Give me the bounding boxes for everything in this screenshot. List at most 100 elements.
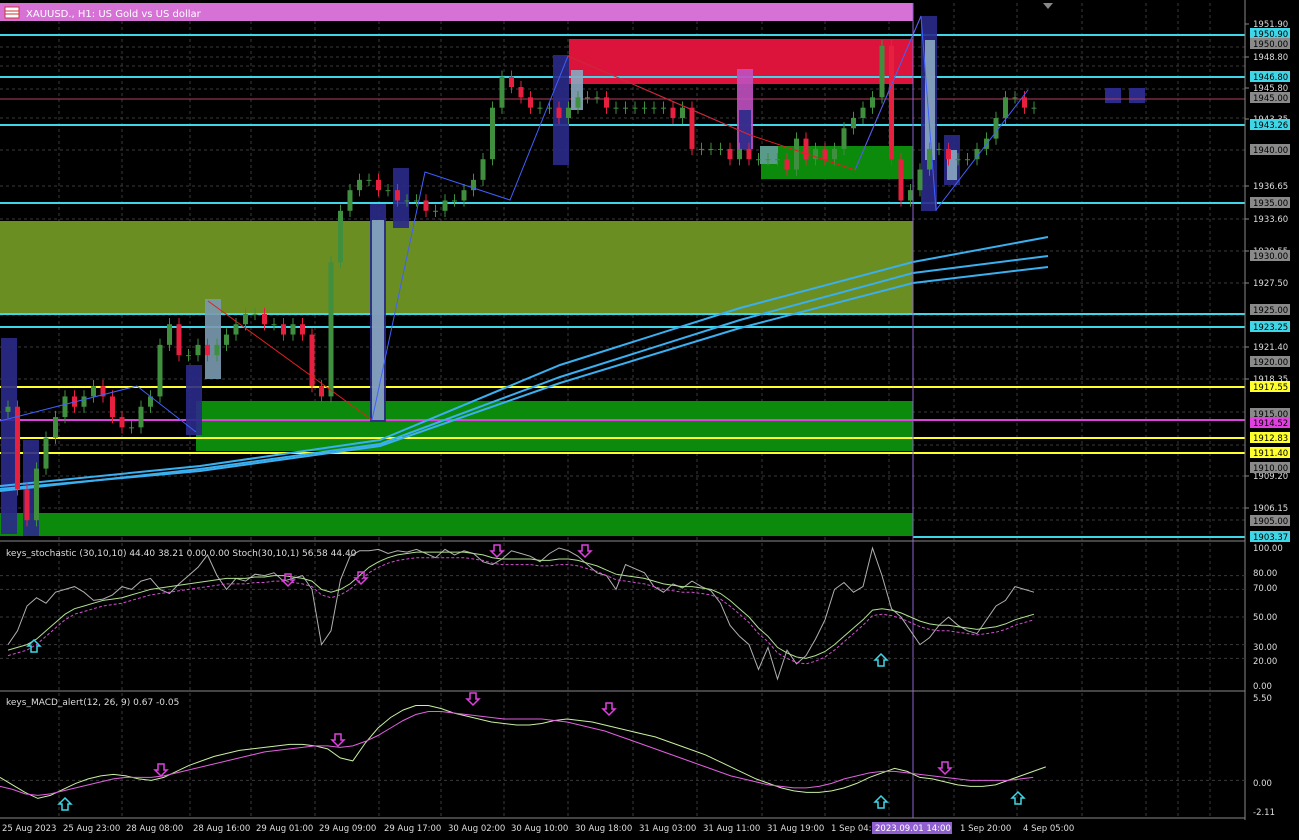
- candle-body: [775, 159, 780, 161]
- trading-chart-window[interactable]: 1951.901948.801945.801943.351936.651933.…: [0, 0, 1299, 836]
- price-box-label: 1923.25: [1253, 323, 1288, 333]
- candle-body: [34, 468, 39, 521]
- candle-body: [328, 262, 334, 397]
- highlight-bar: [1, 338, 17, 534]
- candle-body: [917, 169, 923, 191]
- candle-body: [737, 148, 742, 160]
- price-box-label: 1946.80: [1253, 73, 1288, 83]
- time-label: 30 Aug 18:00: [575, 824, 632, 834]
- candle-body: [347, 190, 353, 211]
- candle-body: [765, 159, 771, 161]
- candle-body: [794, 138, 799, 170]
- price-label: 1936.65: [1253, 182, 1288, 192]
- chart-window-icon[interactable]: [4, 6, 20, 19]
- candle-body: [195, 344, 201, 356]
- cursor-time-label: 2023.09.01 14:00: [875, 824, 951, 834]
- price-label: 1927.50: [1253, 279, 1288, 289]
- candle-body: [442, 200, 448, 211]
- demand-zone-green-upper: [196, 401, 913, 451]
- candle-body: [119, 417, 125, 428]
- price-box-label: 1943.26: [1253, 121, 1288, 131]
- price-box-label: 1925.00: [1253, 306, 1288, 316]
- time-label: 1 Sep 20:00: [960, 824, 1011, 834]
- candle-body: [585, 97, 590, 99]
- candle-body: [946, 148, 951, 160]
- macd-label: keys_MACD_alert(12, 26, 9) 0.67 -0.05: [6, 698, 179, 708]
- candle-body: [461, 190, 467, 201]
- demand-zone-green-lower: [0, 513, 913, 536]
- candle-body: [822, 148, 828, 160]
- time-label: 25 Aug 2023: [2, 824, 56, 834]
- candle-body: [642, 107, 647, 109]
- candle-body: [319, 386, 324, 397]
- candle-body: [1003, 97, 1008, 118]
- candle-body: [1031, 107, 1037, 109]
- macd-axis-label: -2.11: [1253, 808, 1275, 818]
- candle-body: [281, 324, 286, 335]
- chart-canvas[interactable]: 1951.901948.801945.801943.351936.651933.…: [0, 0, 1299, 836]
- price-label: 1906.15: [1253, 504, 1288, 514]
- highlight-bar: [186, 365, 202, 435]
- candle-body: [784, 159, 790, 170]
- price-box-label: 1911.40: [1253, 449, 1288, 459]
- chart-title-bar: XAUUSD., H1: US Gold vs US dollar: [4, 6, 202, 20]
- candle-body: [898, 159, 904, 201]
- candle-body: [452, 200, 457, 202]
- candle-body: [433, 210, 438, 212]
- projection-box-1: [1105, 88, 1121, 103]
- candle-body: [727, 148, 733, 160]
- price-box-label: 1903.37: [1253, 533, 1288, 543]
- candle-body: [129, 427, 134, 429]
- stoch-axis-label: 30.00: [1253, 643, 1277, 653]
- stoch-axis-label: 50.00: [1253, 613, 1277, 623]
- time-axis[interactable]: 25 Aug 2023 25 Aug 23:00 28 Aug 08:00 28 Au…: [2, 822, 1074, 834]
- candle-body: [53, 417, 58, 438]
- candle-body: [889, 45, 894, 160]
- stoch-axis-label: 20.00: [1253, 657, 1277, 667]
- candle-body: [670, 107, 676, 118]
- price-label: 1933.60: [1253, 215, 1288, 225]
- candle-body: [879, 45, 885, 98]
- candle-body: [756, 159, 761, 161]
- candle-body: [594, 97, 600, 99]
- candle-body: [851, 117, 856, 129]
- candle-body: [661, 107, 666, 109]
- zone-teal-small: [760, 146, 778, 164]
- time-label: 31 Aug 11:00: [703, 824, 760, 834]
- candle-body: [62, 396, 68, 418]
- candle-body: [613, 107, 619, 109]
- price-box-label: 1940.00: [1253, 146, 1288, 156]
- candle-body: [186, 355, 191, 357]
- candle-body: [632, 107, 638, 109]
- chart-title: XAUUSD., H1: US Gold vs US dollar: [26, 9, 202, 20]
- price-box-label: 1905.00: [1253, 517, 1288, 527]
- candle-body: [480, 159, 486, 180]
- candle-body: [499, 76, 505, 108]
- candle-body: [1012, 97, 1018, 99]
- candle-body: [936, 148, 942, 150]
- candle-body: [91, 386, 96, 397]
- time-label: 30 Aug 02:00: [448, 824, 505, 834]
- candle-body: [385, 190, 391, 192]
- candle-body: [556, 107, 562, 118]
- projection-box-2: [1129, 88, 1145, 103]
- candle-body: [252, 313, 258, 315]
- candle-body: [699, 148, 704, 150]
- candle-body: [518, 87, 524, 98]
- candle-body: [566, 107, 571, 118]
- stoch-axis-label: 100.00: [1253, 544, 1283, 554]
- price-box-label: 1935.00: [1253, 199, 1288, 209]
- candle-body: [623, 107, 628, 109]
- candle-body: [5, 406, 11, 412]
- candle-body: [404, 200, 410, 202]
- candle-body: [300, 324, 305, 335]
- candle-body: [718, 148, 723, 150]
- candle-body: [395, 190, 400, 201]
- candle-body: [803, 138, 809, 160]
- candle-body: [176, 324, 182, 356]
- candle-body: [575, 97, 581, 108]
- price-box-label: 1950.00: [1253, 40, 1288, 50]
- time-label: 29 Aug 09:00: [319, 824, 376, 834]
- time-label: 29 Aug 17:00: [384, 824, 441, 834]
- candle-body: [205, 344, 210, 356]
